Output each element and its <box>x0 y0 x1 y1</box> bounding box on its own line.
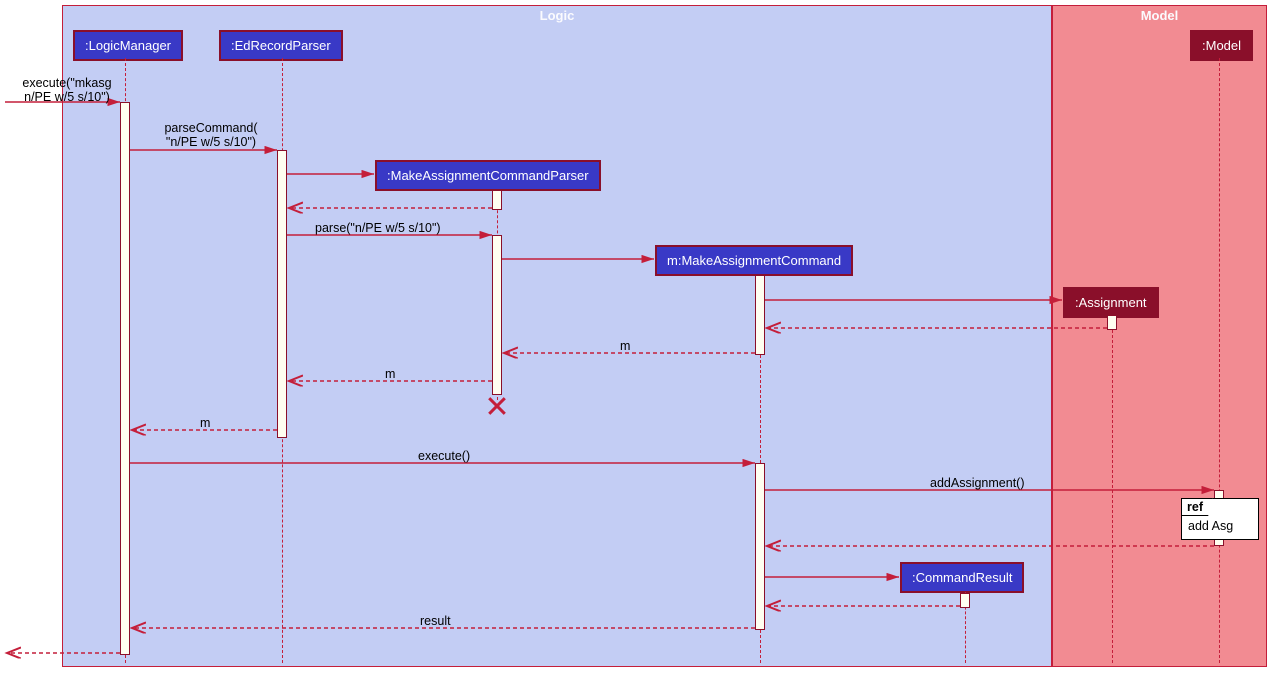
msg-m-3: m <box>200 416 210 430</box>
activation-make-asg-cmd-create <box>755 275 765 355</box>
participant-make-asg-parser: :MakeAssignmentCommandParser <box>375 160 601 191</box>
region-logic-title: Logic <box>540 8 575 23</box>
participant-assignment: :Assignment <box>1063 287 1159 318</box>
msg-execute-in: execute("mkasg n/PE w/5 s/10") <box>12 76 122 104</box>
activation-make-asg-cmd-exec <box>755 463 765 630</box>
participant-command-result: :CommandResult <box>900 562 1024 593</box>
msg-result: result <box>420 614 451 628</box>
ref-fragment: ref add Asg <box>1181 498 1259 540</box>
msg-parse: parse("n/PE w/5 s/10") <box>315 221 441 235</box>
msg-m-2: m <box>385 367 395 381</box>
destroy-icon <box>486 395 508 417</box>
activation-edrecord-parser <box>277 150 287 438</box>
activation-logic-manager <box>120 102 130 655</box>
msg-add-assignment: addAssignment() <box>930 476 1025 490</box>
region-model-title: Model <box>1141 8 1179 23</box>
ref-label: ref <box>1181 498 1213 516</box>
activation-assignment-create <box>1107 315 1117 330</box>
msg-m-1: m <box>620 339 630 353</box>
activation-make-asg-parser-create <box>492 190 502 210</box>
participant-logic-manager: :LogicManager <box>73 30 183 61</box>
activation-make-asg-parser-parse <box>492 235 502 395</box>
participant-model: :Model <box>1190 30 1253 61</box>
region-model: Model <box>1052 5 1267 667</box>
participant-make-asg-cmd: m:MakeAssignmentCommand <box>655 245 853 276</box>
lifeline-model <box>1219 58 1220 663</box>
msg-execute-call: execute() <box>418 449 470 463</box>
msg-parse-command: parseCommand( "n/PE w/5 s/10") <box>146 121 276 149</box>
lifeline-assignment <box>1112 315 1113 663</box>
participant-edrecord-parser: :EdRecordParser <box>219 30 343 61</box>
activation-command-result-create <box>960 593 970 608</box>
